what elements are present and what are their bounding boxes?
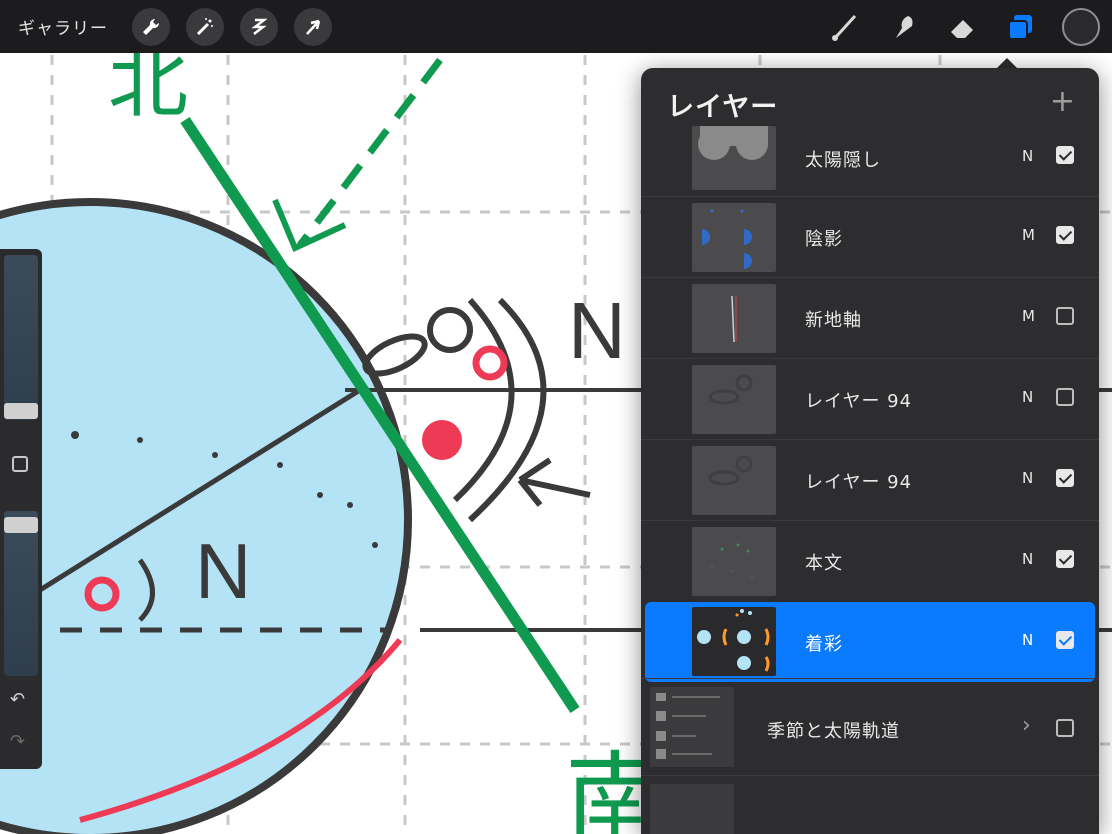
layer-thumbnail [692, 527, 776, 596]
actions-button[interactable] [132, 7, 170, 46]
canvas-label-n-top: N [568, 286, 626, 375]
layer-thumbnail [692, 365, 776, 434]
red-dot [422, 420, 462, 460]
blend-mode-button[interactable]: M [1022, 226, 1035, 244]
brush-icon [832, 14, 857, 41]
layer-group-visibility-checkbox[interactable] [1056, 719, 1074, 737]
layer-group-thumbnail [650, 687, 734, 767]
magic-wand-icon [196, 17, 213, 35]
layer-group-thumbnail [650, 784, 734, 834]
opacity-slider[interactable] [4, 511, 38, 676]
layers-icon [1008, 14, 1032, 40]
layer-name: レイヤー 94 [805, 391, 913, 412]
globe [0, 198, 412, 834]
layers-button[interactable] [1001, 7, 1041, 47]
blend-mode-button[interactable]: N [1022, 550, 1033, 568]
blend-mode-button[interactable]: N [1022, 388, 1033, 406]
layer-thumbnail [692, 126, 776, 190]
layer-visibility-checkbox[interactable] [1056, 550, 1074, 568]
layer-visibility-checkbox[interactable] [1056, 146, 1074, 164]
blend-mode-button[interactable]: M [1022, 307, 1035, 325]
layer-row[interactable]: 太陽隠し N [641, 126, 1099, 195]
color-picker-button[interactable] [1062, 7, 1100, 46]
layer-row[interactable]: 本文 N [641, 520, 1099, 601]
wrench-icon [143, 18, 160, 35]
brush-button[interactable] [824, 7, 864, 47]
layer-visibility-checkbox[interactable] [1056, 226, 1074, 244]
layer-row[interactable]: レイヤー 94 N [641, 439, 1099, 520]
add-layer-button[interactable]: + [1050, 87, 1075, 117]
smudge-button[interactable] [883, 7, 923, 47]
layer-group-row[interactable]: 季節と太陽軌道 › [641, 678, 1099, 775]
transform-arrow-icon [306, 19, 321, 35]
layer-name: 着彩 [805, 634, 843, 655]
left-sidebar: ↶ ↷ [0, 249, 42, 769]
layers-panel-title: レイヤー [667, 92, 779, 123]
layer-visibility-checkbox[interactable] [1056, 388, 1074, 406]
blend-mode-button[interactable]: N [1022, 147, 1033, 165]
layer-row[interactable]: 新地軸 M [641, 277, 1099, 358]
opacity-thumb[interactable] [4, 517, 38, 533]
adjustments-button[interactable] [186, 7, 224, 46]
layer-thumbnail [692, 284, 776, 353]
transform-button[interactable] [294, 7, 332, 46]
undo-icon[interactable]: ↶ [10, 689, 25, 710]
layer-visibility-checkbox[interactable] [1056, 307, 1074, 325]
layer-row[interactable]: レイヤー 94 N [641, 358, 1099, 439]
selection-button[interactable] [240, 7, 278, 46]
layer-visibility-checkbox[interactable] [1056, 469, 1074, 487]
layer-row[interactable]: 着彩 N [645, 602, 1095, 682]
layer-visibility-checkbox[interactable] [1056, 631, 1074, 649]
gallery-button[interactable]: ギャラリー [18, 14, 108, 39]
layer-group-name: 季節と太陽軌道 [767, 721, 900, 742]
canvas-label-n-globe: N [195, 527, 251, 615]
layer-name: 新地軸 [805, 310, 862, 331]
brush-size-thumb[interactable] [4, 403, 38, 419]
right-tool-group [805, 0, 1112, 53]
layer-thumbnail [692, 446, 776, 515]
eraser-button[interactable] [942, 7, 982, 47]
layer-name: レイヤー 94 [805, 472, 913, 493]
layers-panel: レイヤー + 太陽隠し N 陰影 M 新地軸 M レイヤー 94 N レイヤー 94 N 本文 N 着彩… [641, 68, 1099, 834]
top-toolbar: ギャラリー [0, 0, 1112, 53]
layer-thumbnail [692, 607, 776, 676]
layer-row[interactable]: 陰影 M [641, 196, 1099, 277]
smudge-icon [896, 15, 913, 38]
layer-name: 陰影 [805, 229, 843, 250]
square-icon[interactable] [12, 456, 28, 472]
brush-size-slider[interactable] [4, 255, 38, 420]
selection-icon [251, 18, 268, 35]
blend-mode-button[interactable]: N [1022, 631, 1033, 649]
blend-mode-button[interactable]: N [1022, 469, 1033, 487]
layer-name: 太陽隠し [805, 150, 881, 171]
eraser-icon [951, 19, 973, 38]
layer-thumbnail [692, 203, 776, 272]
redo-icon[interactable]: ↷ [10, 731, 25, 752]
chevron-right-icon[interactable]: › [1022, 713, 1031, 738]
layer-name: 本文 [805, 553, 843, 574]
layer-group-row[interactable] [641, 775, 1099, 834]
